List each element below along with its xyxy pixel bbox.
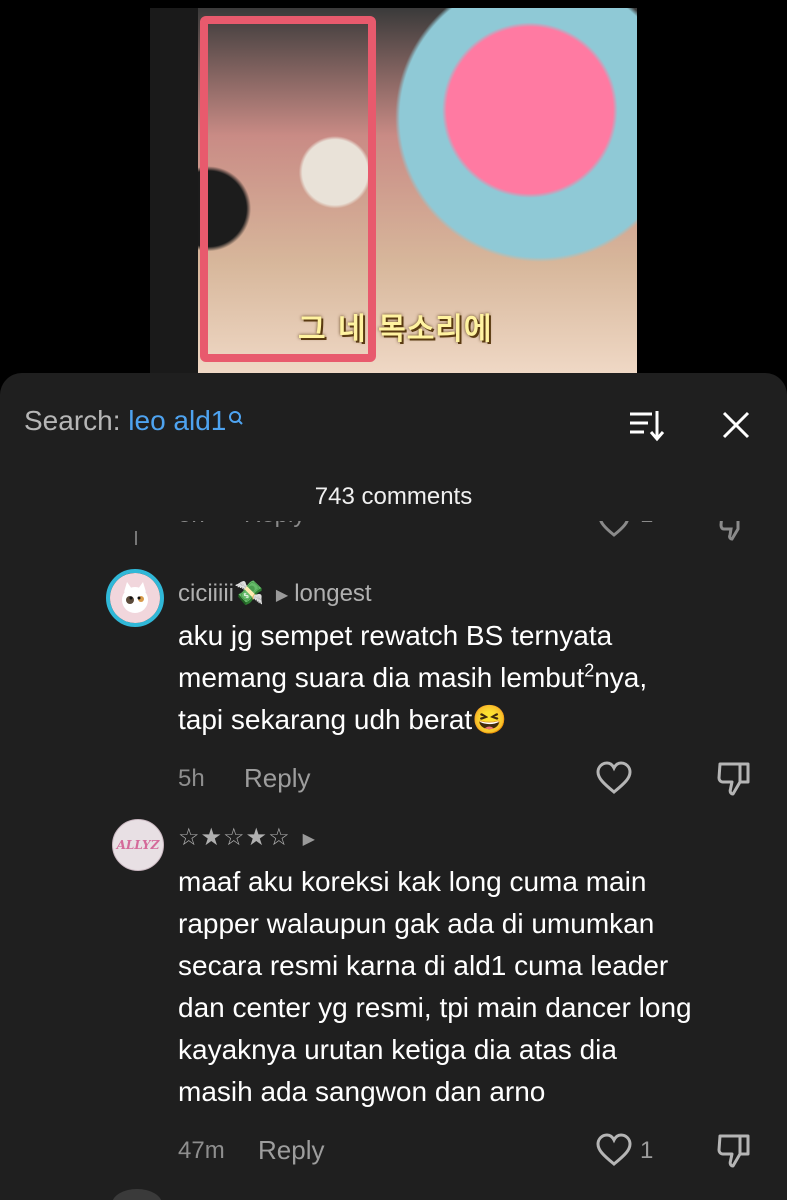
video-subtitle: 그 네 목소리에 [298,312,493,347]
comment-header: ☆★☆★☆ ▶ [178,823,321,852]
search-label: Search: [24,405,121,436]
sort-button[interactable] [626,405,666,445]
dislike-icon[interactable] [716,761,756,801]
comments-count: 743 comments [314,483,473,510]
heart-icon[interactable] [596,761,636,801]
comment-line: memang suara dia masih lembut2nya, [178,660,648,693]
comment-time: 47m [178,1137,225,1164]
reply-arrow-icon: ▶ [275,586,289,604]
comment-line: masih ada sangwon dan arno [178,1076,546,1107]
avatar[interactable] [112,1189,162,1200]
reply-to-username[interactable]: longest [294,580,371,607]
avatar-label: ALLYZ [116,838,160,852]
comment-line: rapper walaupun gak ada di umumkan [178,908,655,939]
comment-time: 5h [178,521,205,529]
reply-button[interactable]: Reply [244,521,305,529]
search-icon [228,403,244,435]
dislike-icon[interactable] [718,521,750,546]
avatar[interactable]: ALLYZ [112,819,164,871]
close-button[interactable] [716,405,756,445]
username[interactable]: ☆★☆★☆ [178,824,291,851]
comment-line: kayaknya urutan ketiga dia atas dia [178,1034,617,1065]
comments-sheet: Search: leo ald1 743 comments 5h Reply 1 [0,373,787,1200]
dislike-icon[interactable] [716,1133,756,1173]
reply-button[interactable]: Reply [258,1135,324,1166]
search-header[interactable]: Search: leo ald1 [24,405,244,437]
comment-header: ciciiiii💸 ▶ longest [178,579,372,608]
video-player[interactable]: 그 네 목소리에 [150,8,637,373]
comment-line: aku jg sempet rewatch BS ternyata [178,620,613,651]
avatar[interactable] [110,573,160,623]
heart-icon[interactable] [598,521,630,544]
close-icon [722,411,750,439]
username[interactable]: ciciiiii💸 [178,580,264,607]
comment-line: secara resmi karna di ald1 cuma leader [178,950,669,981]
sort-icon [630,411,665,442]
like-count: 1 [640,1137,654,1164]
heart-icon[interactable] [596,1133,636,1173]
comment-line: tapi sekarang udh berat😆 [178,704,508,735]
partial-comment-actions: 5h Reply 1 [0,521,787,551]
reply-arrow-icon: ▶ [302,830,315,848]
reply-button[interactable]: Reply [244,763,310,794]
comment-time: 5h [178,765,205,792]
comment-line: maaf aku koreksi kak long cuma main [178,866,647,897]
cat-avatar-icon [122,582,148,613]
stage-backdrop [150,8,198,373]
search-term[interactable]: leo ald1 [128,405,226,436]
comment-text: maaf aku koreksi kak long cuma main rapp… [178,861,692,1113]
like-count: 1 [640,521,653,529]
comment-text: aku jg sempet rewatch BS ternyata memang… [178,615,647,741]
comment-line: dan center yg resmi, tpi main dancer lon… [178,992,692,1023]
thread-line [135,531,137,545]
